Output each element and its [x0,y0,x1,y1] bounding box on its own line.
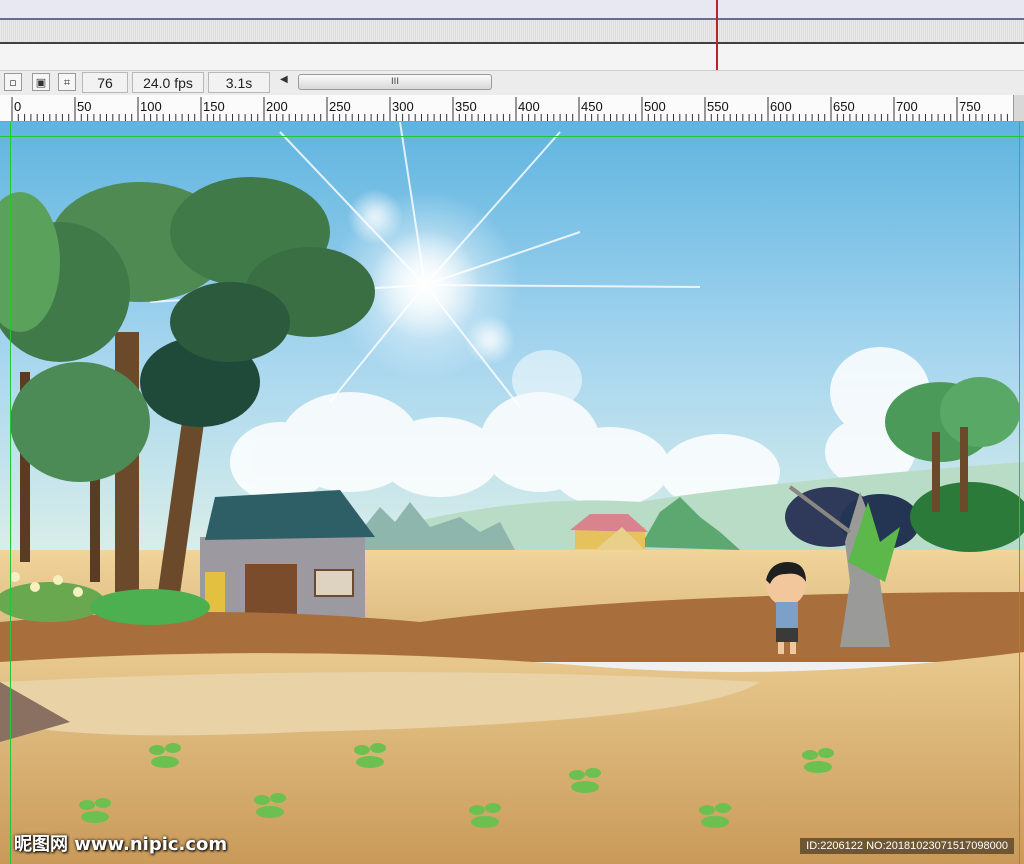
playhead[interactable] [716,0,718,70]
ruler-label: 700 [896,99,918,114]
stage-canvas[interactable]: 昵图网 www.nipic.com ID:2206122 NO:20181023… [0,122,1024,864]
timeline-frames-row[interactable] [0,20,1024,44]
ruler-label: 150 [203,99,225,114]
farmhouse [200,490,375,619]
ruler-label: 550 [707,99,729,114]
stage-guide-left[interactable] [10,122,11,864]
ruler-label: 400 [518,99,540,114]
ruler-label: 350 [455,99,477,114]
ruler-label: 600 [770,99,792,114]
scroll-left-arrow-icon[interactable]: ◀ [280,74,288,85]
elapsed-time-field[interactable]: 3.1s [208,72,270,93]
horizontal-ruler: 0 50 100 150 200 250 300 350 400 450 500 550 600 650 7… [0,95,1024,122]
ruler-label: 250 [329,99,351,114]
ruler-label: 650 [833,99,855,114]
current-frame-field[interactable]: 76 [82,72,128,93]
ruler-label: 750 [959,99,981,114]
timeline-panel[interactable] [0,0,1024,70]
watermark-left: 昵图网 www.nipic.com [14,834,228,855]
timeline-toolbar: ▫ ▣ ⌗ 76 24.0 fps 3.1s ◀ III [0,70,1024,95]
ruler-label: 300 [392,99,414,114]
stage-guide-right[interactable] [1019,122,1020,864]
ruler-label: 0 [14,99,22,114]
ruler-label: 100 [140,99,162,114]
timeline-scrollbar[interactable]: III [298,74,492,90]
scrollbar-grip: III [391,77,399,87]
center-frame-icon[interactable]: ▫ [4,73,22,91]
ruler-label: 50 [77,99,92,114]
edit-multiple-frames-icon[interactable]: ⌗ [58,73,76,91]
ruler-label: 200 [266,99,288,114]
scene-illustration [0,122,1024,864]
stage-guide-top[interactable] [0,136,1024,137]
ruler-label: 500 [644,99,666,114]
timeline-layer-row[interactable] [0,0,1024,20]
onion-skin-icon[interactable]: ▣ [32,73,50,91]
timeline-empty-row[interactable] [0,44,1024,70]
ruler-corner [1013,95,1024,121]
ruler-label: 450 [581,99,603,114]
watermark-right: ID:2206122 NO:20181023071517098000 [800,838,1014,854]
frame-rate-field[interactable]: 24.0 fps [132,72,204,93]
